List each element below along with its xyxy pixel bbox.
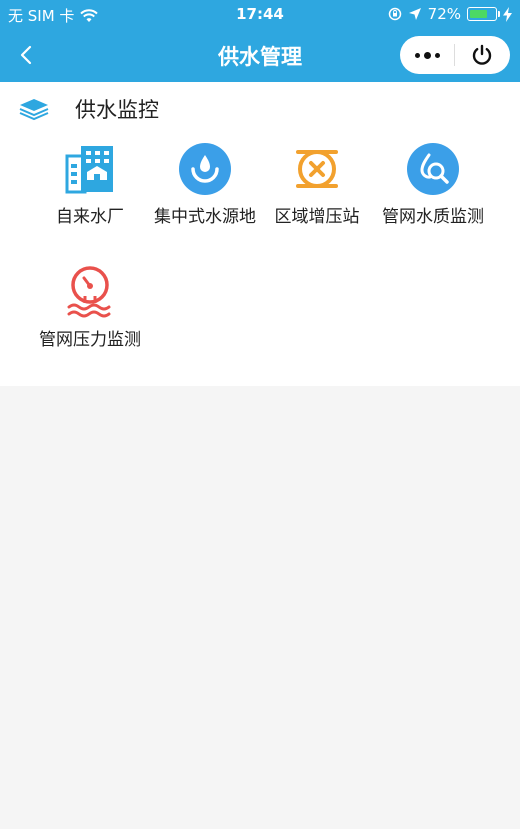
grid-item-booster-station[interactable]: 区域增压站 <box>262 142 372 230</box>
grid-item-label: 自来水厂 <box>56 207 124 227</box>
more-dots-icon <box>414 51 440 59</box>
water-source-drop-icon <box>179 143 231 195</box>
more-button[interactable] <box>400 36 454 74</box>
water-quality-magnifier-icon <box>407 143 459 195</box>
battery-percent: 72% <box>427 5 461 23</box>
grid-item-water-plant[interactable]: 自来水厂 <box>35 142 145 230</box>
grid-item-label: 管网水质监测 <box>382 207 484 227</box>
grid-item-label: 管网压力监测 <box>39 330 141 350</box>
battery-fill <box>470 10 487 18</box>
monitor-panel: 供水监控 自来水厂 集中式水源地 区域增压站 管网水质监测 管网压力监测 <box>0 82 520 386</box>
grid-item-label: 集中式水源地 <box>154 207 256 227</box>
pressure-gauge-icon <box>67 266 111 318</box>
content-empty-area <box>0 386 520 829</box>
section-header: 供水监控 <box>18 94 159 124</box>
water-plant-building-icon <box>65 146 113 194</box>
grid-item-water-quality[interactable]: 管网水质监测 <box>378 142 488 230</box>
grid-item-water-source[interactable]: 集中式水源地 <box>150 142 260 230</box>
nav-bar: 供水管理 <box>0 28 520 82</box>
power-icon <box>472 44 492 65</box>
layers-icon <box>19 99 49 121</box>
booster-pump-icon <box>296 150 338 188</box>
charging-bolt-icon <box>503 6 512 22</box>
grid-item-label: 区域增压站 <box>274 207 360 227</box>
status-right: 72% <box>388 5 512 23</box>
battery-icon <box>467 7 500 21</box>
location-arrow-icon <box>408 8 421 20</box>
grid-item-pipe-pressure[interactable]: 管网压力监测 <box>35 265 145 353</box>
orientation-lock-icon <box>388 7 401 21</box>
section-title: 供水监控 <box>75 98 159 122</box>
status-bar: 无 SIM 卡 17:44 72% <box>0 0 520 28</box>
close-button[interactable] <box>455 36 509 74</box>
capsule-menu <box>400 36 510 74</box>
